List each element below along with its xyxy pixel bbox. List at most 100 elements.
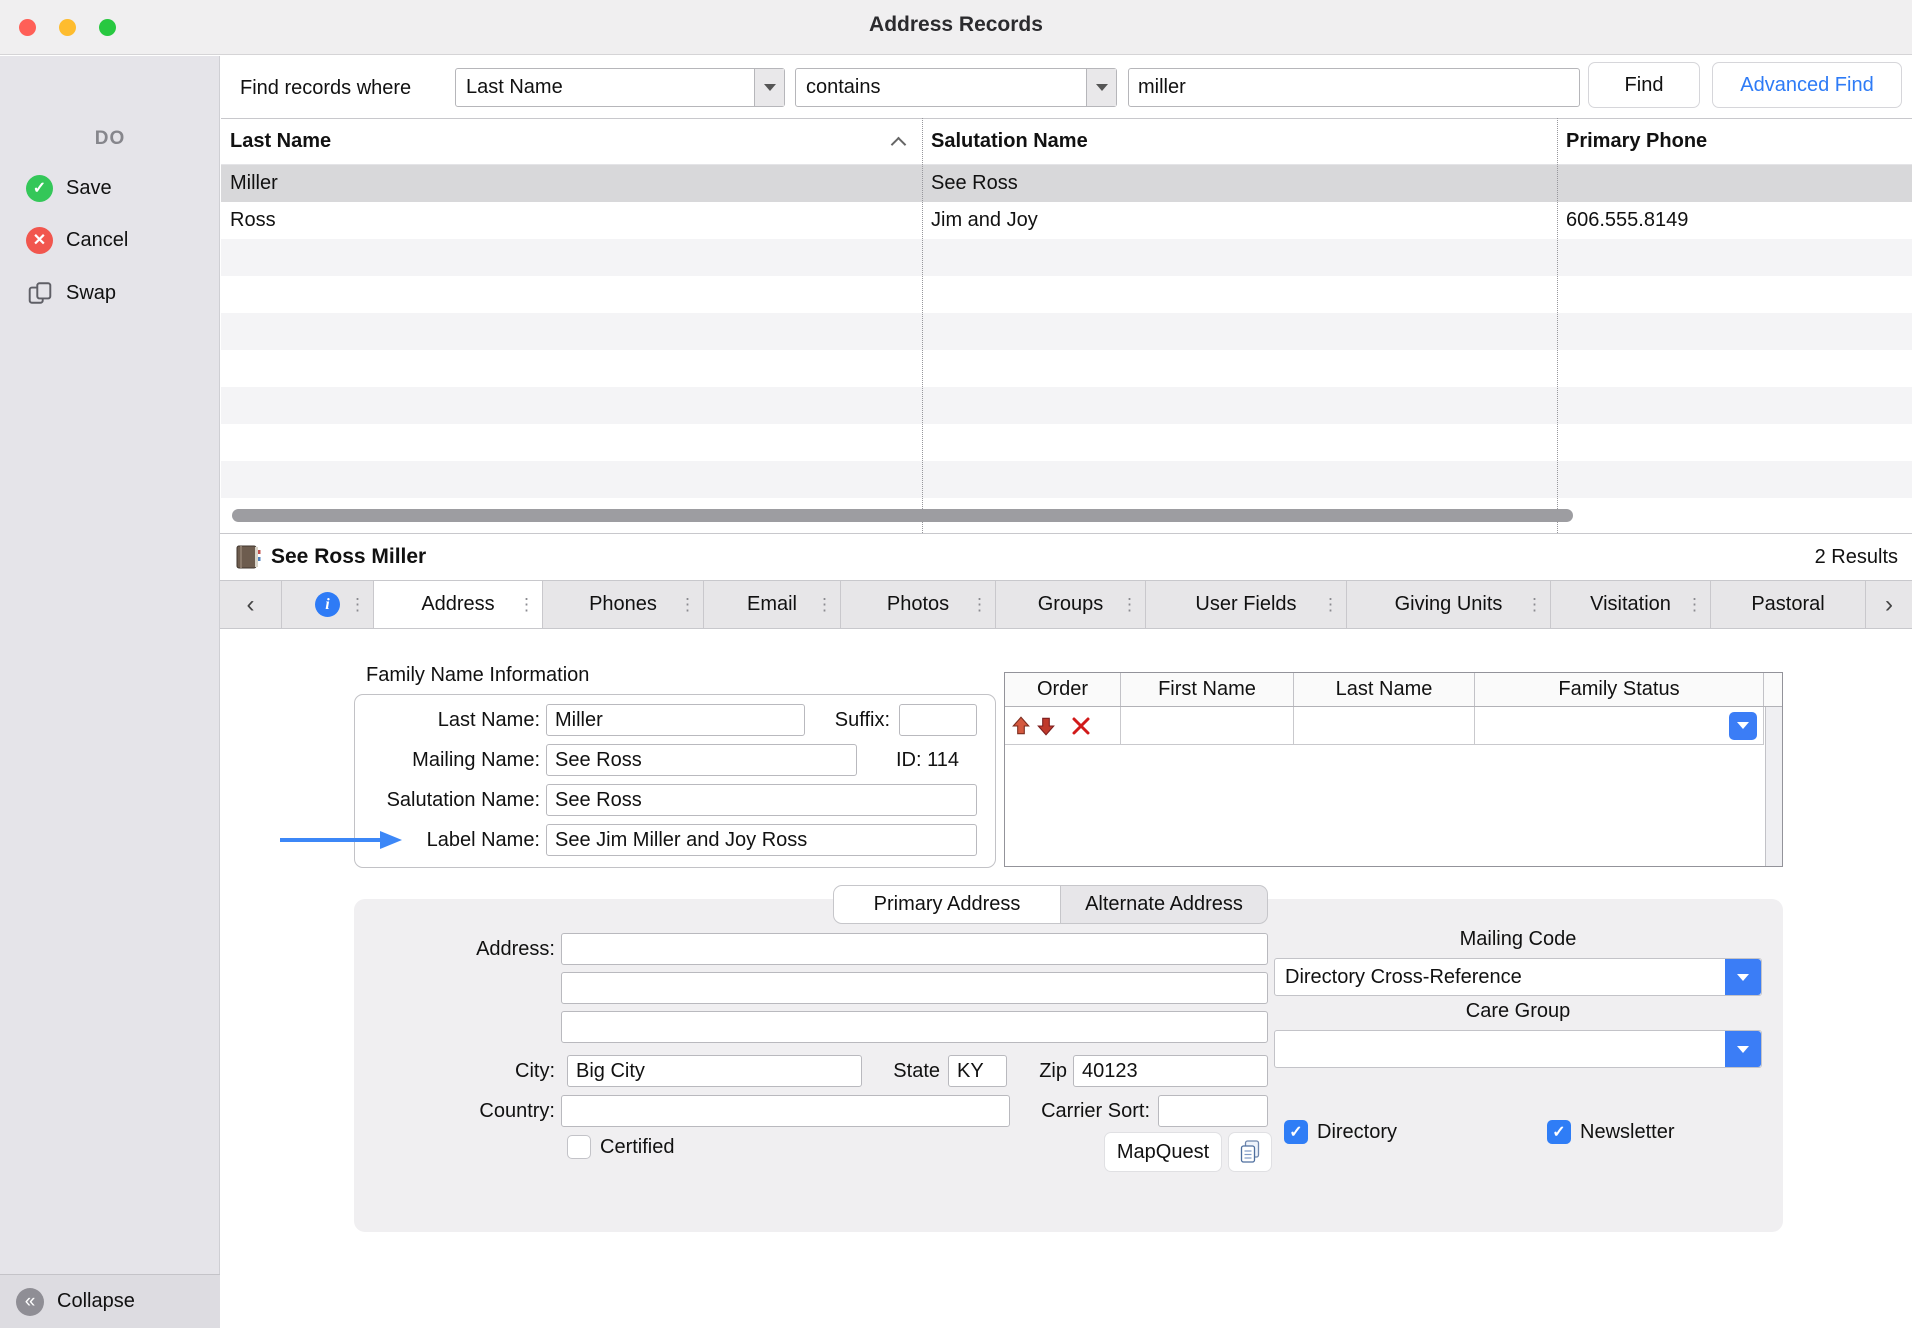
zip-input[interactable] xyxy=(1073,1055,1268,1087)
tab-menu-icon[interactable]: ⋮ xyxy=(816,595,833,615)
salutation-name-label: Salutation Name: xyxy=(320,784,540,816)
copy-icon xyxy=(1238,1139,1262,1166)
move-down-icon[interactable] xyxy=(1035,715,1057,737)
column-divider xyxy=(922,118,923,533)
certified-checkbox[interactable] xyxy=(567,1135,591,1159)
record-header: See Ross Miller 2 Results xyxy=(220,533,1912,580)
address-line2-input[interactable] xyxy=(561,972,1268,1004)
save-label: Save xyxy=(66,177,112,200)
family-status-cell[interactable] xyxy=(1475,707,1764,745)
carrier-sort-label: Carrier Sort: xyxy=(1002,1095,1150,1127)
tab-menu-icon[interactable]: ⋮ xyxy=(679,595,696,615)
titlebar: Address Records xyxy=(0,0,1912,55)
family-name-information-title: Family Name Information xyxy=(366,664,589,687)
tab-address[interactable]: Address⋮ xyxy=(374,581,543,628)
directory-label: Directory xyxy=(1317,1119,1397,1145)
suffix-label: Suffix: xyxy=(790,704,890,736)
tab-info[interactable]: i ⋮ xyxy=(282,581,374,628)
tab-email[interactable]: Email⋮ xyxy=(704,581,841,628)
mailing-name-input[interactable] xyxy=(546,744,857,776)
tab-menu-icon[interactable]: ⋮ xyxy=(971,595,988,615)
horizontal-scrollbar[interactable] xyxy=(232,509,1573,522)
carrier-sort-input[interactable] xyxy=(1158,1095,1268,1127)
advanced-find-button[interactable]: Advanced Find xyxy=(1712,62,1902,108)
table-row-selected[interactable]: Miller See Ross xyxy=(221,165,1912,202)
care-group-dropdown[interactable] xyxy=(1274,1030,1762,1068)
tab-giving-units[interactable]: Giving Units⋮ xyxy=(1347,581,1551,628)
tab-alternate-address[interactable]: Alternate Address xyxy=(1061,885,1268,924)
table-row[interactable]: Ross Jim and Joy 606.555.8149 xyxy=(221,202,1912,239)
column-header-primary-phone[interactable]: Primary Phone xyxy=(1557,130,1912,153)
last-name-input[interactable] xyxy=(546,704,805,736)
tabs-scroll-left-button[interactable]: ‹ xyxy=(220,581,282,628)
mailing-code-dropdown[interactable]: Directory Cross-Reference xyxy=(1274,958,1762,996)
address-line3-input[interactable] xyxy=(561,1011,1268,1043)
sidebar-item-cancel[interactable]: ✕ Cancel xyxy=(0,222,220,258)
column-header-order: Order xyxy=(1005,673,1121,706)
record-tabbar: ‹ i ⋮ Address⋮ Phones⋮ Email⋮ Photos⋮ Gr… xyxy=(220,580,1912,629)
tab-user-fields[interactable]: User Fields⋮ xyxy=(1146,581,1347,628)
directory-checkbox[interactable]: ✓ xyxy=(1284,1120,1308,1144)
address-label: Address: xyxy=(395,933,555,965)
suffix-input[interactable] xyxy=(899,704,977,736)
swap-label: Swap xyxy=(66,282,116,305)
x-circle-icon: ✕ xyxy=(26,227,53,254)
move-up-icon[interactable] xyxy=(1010,715,1032,737)
last-name-label: Last Name: xyxy=(320,704,540,736)
sort-ascending-icon xyxy=(891,137,907,153)
column-header-last-name[interactable]: Last Name xyxy=(221,130,922,153)
search-field-dropdown[interactable]: Last Name xyxy=(455,68,785,107)
sidebar-item-save[interactable]: ✓ Save xyxy=(0,170,220,206)
first-name-cell[interactable] xyxy=(1121,707,1294,745)
tab-menu-icon[interactable]: ⋮ xyxy=(518,595,535,615)
find-records-label: Find records where xyxy=(240,77,411,100)
chevron-down-icon xyxy=(1725,1031,1761,1067)
results-table-header: Last Name Salutation Name Primary Phone xyxy=(221,118,1912,165)
state-input[interactable] xyxy=(948,1055,1007,1087)
column-header-last-name: Last Name xyxy=(1294,673,1475,706)
salutation-name-input[interactable] xyxy=(546,784,977,816)
tab-menu-icon[interactable]: ⋮ xyxy=(1526,595,1543,615)
results-count: 2 Results xyxy=(1815,546,1898,569)
mailing-code-label: Mailing Code xyxy=(1274,928,1762,951)
tab-menu-icon[interactable]: ⋮ xyxy=(1121,595,1138,615)
record-title: See Ross Miller xyxy=(271,545,426,569)
last-name-cell[interactable] xyxy=(1294,707,1475,745)
tab-groups[interactable]: Groups⋮ xyxy=(996,581,1146,628)
country-label: Country: xyxy=(395,1095,555,1127)
sidebar-item-swap[interactable]: Swap xyxy=(0,275,220,311)
tab-visitation[interactable]: Visitation⋮ xyxy=(1551,581,1711,628)
delete-member-icon[interactable] xyxy=(1071,716,1091,736)
tab-primary-address[interactable]: Primary Address xyxy=(833,885,1061,924)
tabs-scroll-right-button[interactable]: › xyxy=(1866,581,1912,628)
tab-photos[interactable]: Photos⋮ xyxy=(841,581,996,628)
label-name-input[interactable] xyxy=(546,824,977,856)
empty-row xyxy=(221,313,1912,350)
tab-menu-icon[interactable]: ⋮ xyxy=(1322,595,1339,615)
cell-salutation-name: Jim and Joy xyxy=(922,209,1557,232)
tab-phones[interactable]: Phones⋮ xyxy=(543,581,704,628)
mapquest-button[interactable]: MapQuest xyxy=(1104,1132,1222,1172)
tab-menu-icon[interactable]: ⋮ xyxy=(349,595,366,615)
country-input[interactable] xyxy=(561,1095,1010,1127)
search-query-input[interactable] xyxy=(1128,68,1580,107)
window-title: Address Records xyxy=(0,13,1912,37)
order-cell xyxy=(1005,707,1121,745)
column-header-first-name: First Name xyxy=(1121,673,1294,706)
search-operator-dropdown[interactable]: contains xyxy=(795,68,1117,107)
empty-row xyxy=(221,387,1912,424)
state-label: State xyxy=(860,1055,940,1087)
find-button[interactable]: Find xyxy=(1588,62,1700,108)
newsletter-label: Newsletter xyxy=(1580,1119,1674,1145)
zip-label: Zip xyxy=(1015,1055,1067,1087)
tab-pastoral[interactable]: Pastoral xyxy=(1711,581,1866,628)
collapse-bar[interactable]: « Collapse xyxy=(0,1274,220,1328)
family-status-dropdown-button[interactable] xyxy=(1729,712,1757,740)
tab-menu-icon[interactable]: ⋮ xyxy=(1686,595,1703,615)
newsletter-checkbox[interactable]: ✓ xyxy=(1547,1120,1571,1144)
address-line1-input[interactable] xyxy=(561,933,1268,965)
copy-address-button[interactable] xyxy=(1228,1132,1272,1172)
column-header-salutation-name[interactable]: Salutation Name xyxy=(922,130,1557,153)
city-input[interactable] xyxy=(567,1055,862,1087)
sidebar-header: DO xyxy=(0,128,220,150)
